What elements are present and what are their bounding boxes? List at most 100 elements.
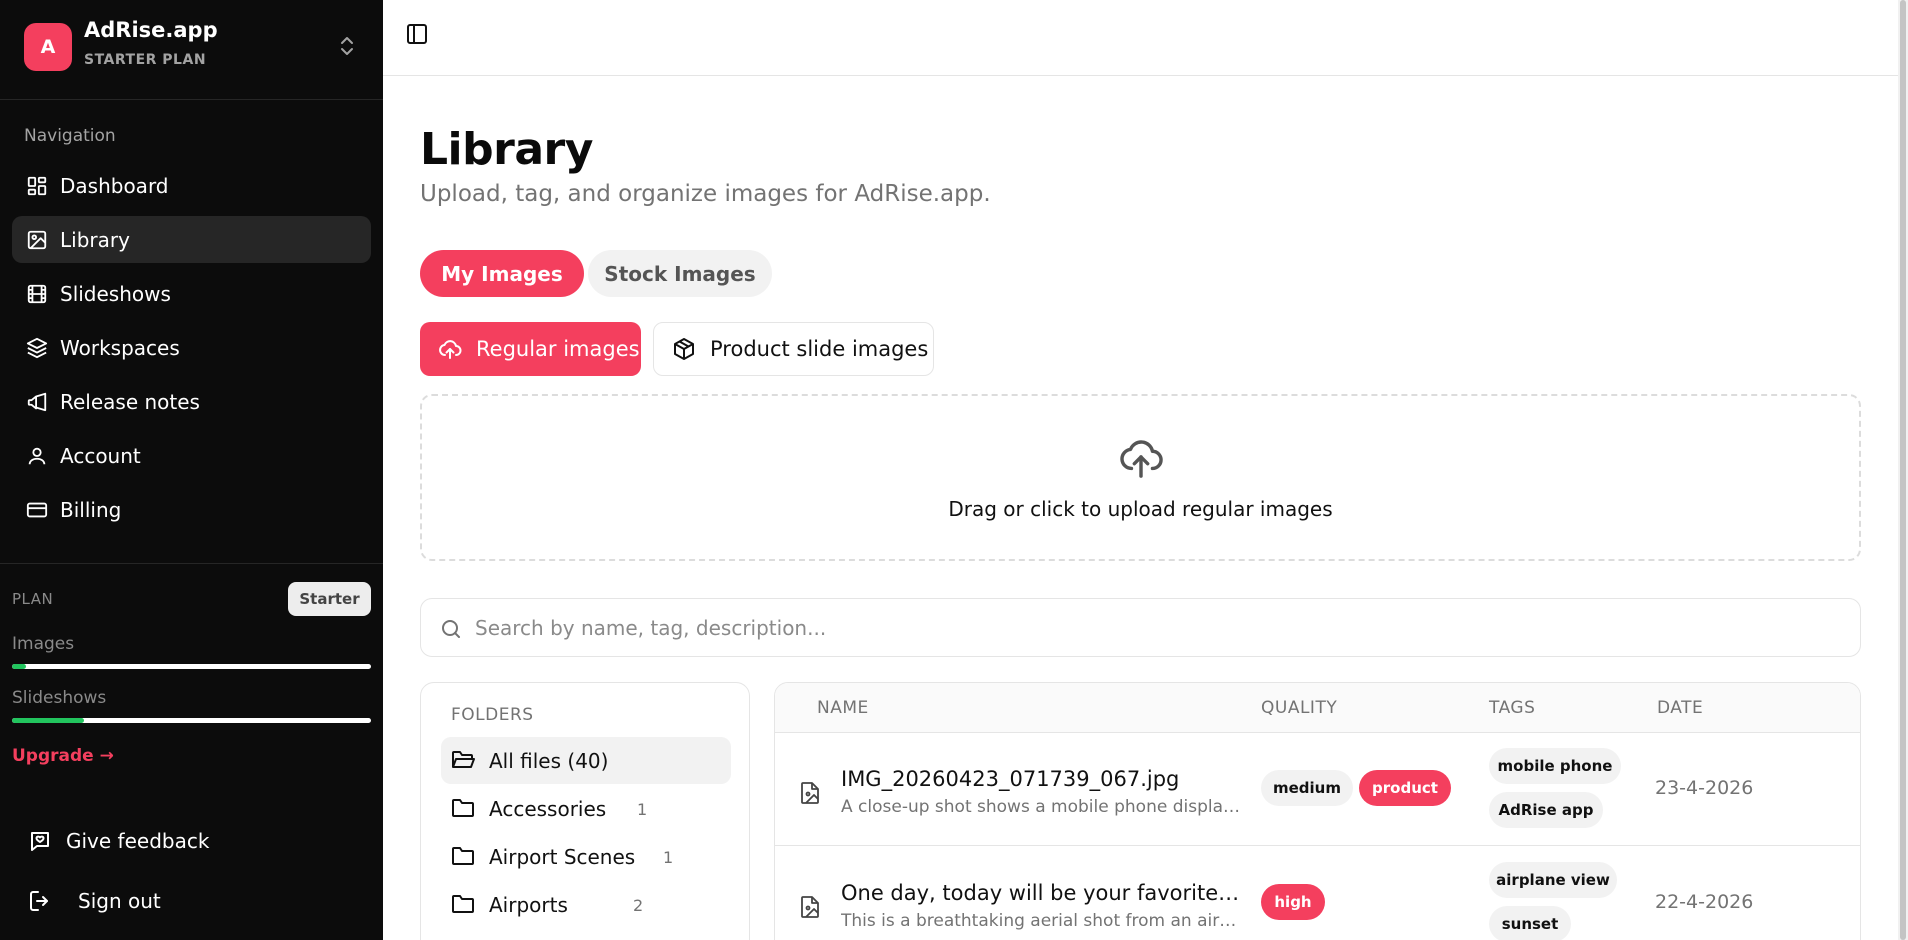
image-icon: [27, 230, 47, 250]
product-slide-images-label: Product slide images: [710, 337, 929, 361]
column-header-quality[interactable]: QUALITY: [1261, 698, 1337, 718]
page-subtitle: Upload, tag, and organize images for AdR…: [420, 181, 991, 207]
folder-label: All files (40): [489, 749, 609, 773]
file-date: 23-4-2026: [1655, 777, 1754, 799]
folder-label: Accessories: [489, 797, 607, 821]
divider: [0, 563, 383, 564]
brand-name: AdRise.app: [84, 18, 218, 42]
folder-open-icon: [452, 751, 475, 768]
search-icon: [442, 620, 460, 638]
sidebar-item-label: Library: [60, 228, 130, 252]
sidebar-item-library[interactable]: Library: [12, 216, 371, 263]
cloud-upload-icon: [439, 340, 462, 359]
sign-out-button[interactable]: Sign out: [28, 884, 161, 918]
megaphone-icon: [27, 392, 47, 412]
layers-icon: [26, 337, 48, 359]
log-out-icon: [30, 891, 48, 911]
file-description: A close-up shot shows a mobile phone dis…: [841, 797, 1241, 817]
sidebar-item-dashboard[interactable]: Dashboard: [12, 162, 371, 209]
nav-heading: Navigation: [24, 126, 116, 146]
tab-my-images[interactable]: My Images: [420, 250, 584, 297]
tag-chip: airplane view: [1489, 862, 1617, 898]
sidebar: A AdRise.app STARTER PLAN Navigation Das…: [0, 0, 383, 940]
sidebar-item-label: Billing: [60, 498, 122, 522]
tag-chip: sunset: [1489, 906, 1571, 940]
plan-label: PLAN: [12, 590, 54, 608]
folders-panel: FOLDERS All files (40) Accessories 1 Air…: [420, 682, 750, 940]
workspace-switcher[interactable]: A AdRise.app STARTER PLAN: [0, 0, 383, 100]
sidebar-item-label: Release notes: [60, 390, 200, 414]
sidebar-item-label: Account: [60, 444, 141, 468]
folder-label: Airports: [489, 893, 568, 917]
give-feedback-button[interactable]: Give feedback: [28, 824, 209, 858]
folder-icon: [452, 847, 474, 865]
folder-icon: [452, 799, 474, 817]
brand-plan: STARTER PLAN: [84, 52, 207, 68]
file-image-icon: [801, 896, 819, 918]
slideshows-usage-label: Slideshows: [12, 688, 107, 708]
regular-images-button[interactable]: Regular images: [420, 322, 641, 376]
give-feedback-label: Give feedback: [66, 829, 210, 853]
file-name: IMG_20260423_071739_067.jpg: [841, 767, 1180, 791]
page-title: Library: [420, 124, 593, 175]
sidebar-item-release-notes[interactable]: Release notes: [12, 378, 371, 425]
folder-label: Airport Scenes: [489, 845, 636, 869]
column-header-name[interactable]: NAME: [817, 698, 869, 718]
quality-badge: high: [1261, 884, 1325, 920]
film-icon: [27, 284, 47, 304]
sidebar-item-slideshows[interactable]: Slideshows: [12, 270, 371, 317]
images-usage-bar: [12, 664, 371, 669]
search-bar: [420, 598, 1861, 657]
file-date: 22-4-2026: [1655, 891, 1754, 913]
user-icon: [28, 447, 46, 465]
folder-item-all-files[interactable]: All files (40): [441, 737, 731, 784]
sidebar-item-workspaces[interactable]: Workspaces: [12, 324, 371, 371]
product-slide-images-button[interactable]: Product slide images: [653, 322, 934, 376]
sidebar-item-account[interactable]: Account: [12, 432, 371, 479]
tag-chip: mobile phone: [1489, 748, 1621, 784]
category-badge: product: [1359, 770, 1451, 806]
table-header: NAME QUALITY TAGS DATE: [775, 683, 1860, 733]
folder-item-accessories[interactable]: Accessories 1: [441, 785, 731, 832]
folder-count: 2: [633, 896, 644, 915]
folders-heading: FOLDERS: [451, 705, 534, 725]
plan-badge: Starter: [288, 582, 371, 616]
dropzone-text: Drag or click to upload regular images: [948, 497, 1333, 521]
tab-stock-images[interactable]: Stock Images: [588, 250, 772, 297]
sidebar-item-billing[interactable]: Billing: [12, 486, 371, 533]
upload-dropzone[interactable]: Drag or click to upload regular images: [420, 394, 1861, 561]
sidebar-item-label: Workspaces: [60, 336, 180, 360]
column-header-tags[interactable]: TAGS: [1489, 698, 1535, 718]
search-input[interactable]: [475, 609, 1835, 647]
tag-chip: AdRise app: [1489, 792, 1603, 828]
sign-out-label: Sign out: [78, 889, 161, 913]
folder-item-airports[interactable]: Airports 2: [441, 881, 731, 928]
package-icon: [674, 338, 694, 360]
slideshows-usage-bar: [12, 718, 371, 723]
chevrons-up-down-icon[interactable]: [335, 32, 359, 60]
message-feedback-icon: [31, 832, 49, 851]
file-image-icon: [801, 782, 819, 804]
scrollbar-thumb[interactable]: [1900, 0, 1906, 940]
credit-card-icon: [26, 502, 48, 518]
quality-badge: medium: [1261, 770, 1353, 806]
sidebar-toggle-icon[interactable]: [405, 22, 429, 46]
column-header-date[interactable]: DATE: [1657, 698, 1703, 718]
table-row[interactable]: One day, today will be your favorite sto…: [775, 847, 1860, 940]
brand-avatar: A: [24, 23, 72, 71]
table-row[interactable]: IMG_20260423_071739_067.jpg A close-up s…: [775, 733, 1860, 846]
sidebar-item-label: Dashboard: [60, 174, 169, 198]
images-usage-fill: [12, 664, 27, 669]
folder-count: 1: [663, 848, 674, 867]
cloud-upload-icon: [1120, 440, 1163, 478]
file-name: One day, today will be your favorite sto…: [841, 881, 1241, 905]
slideshows-usage-fill: [12, 718, 84, 723]
folder-icon: [452, 895, 474, 913]
sidebar-item-label: Slideshows: [60, 282, 171, 306]
upgrade-link[interactable]: Upgrade →: [12, 746, 114, 766]
files-table: NAME QUALITY TAGS DATE IMG_20260423_0717…: [774, 682, 1861, 940]
images-usage-label: Images: [12, 634, 75, 654]
folder-count: 1: [637, 800, 648, 819]
topbar: [383, 0, 1908, 76]
folder-item-airport-scenes[interactable]: Airport Scenes 1: [441, 833, 731, 880]
